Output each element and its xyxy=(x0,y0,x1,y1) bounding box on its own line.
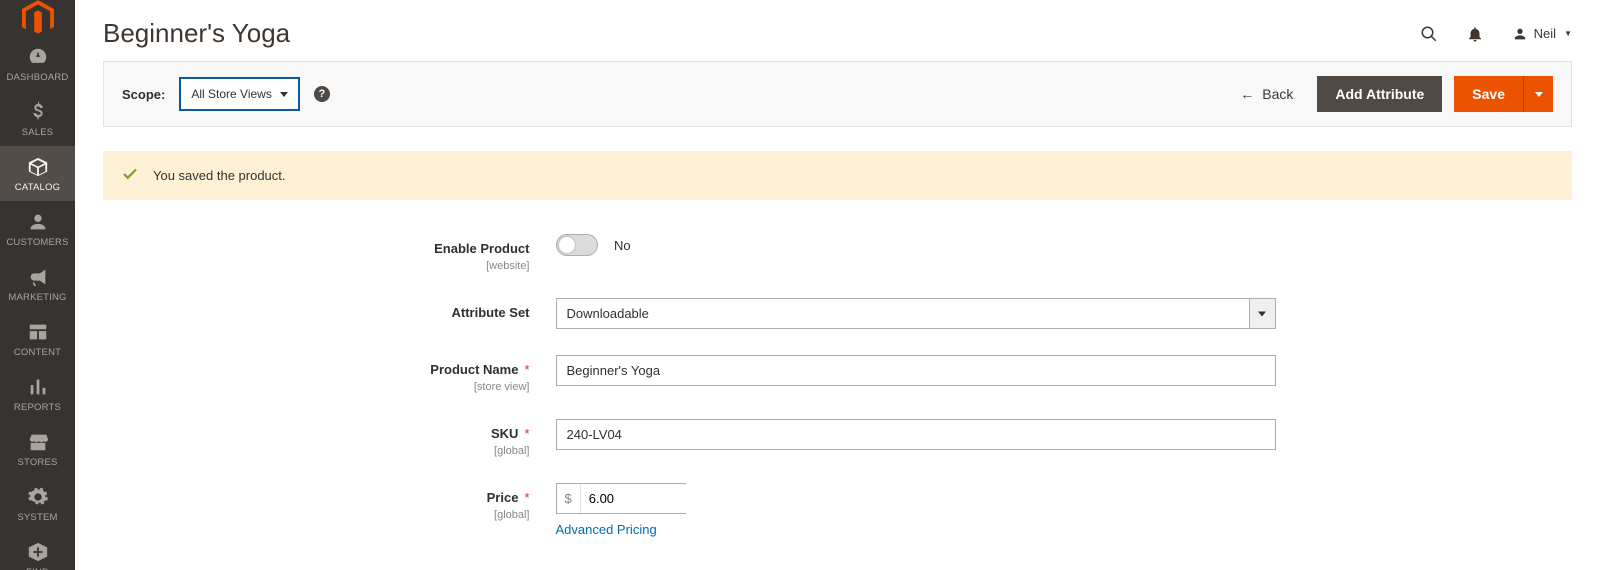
nav-content[interactable]: CONTENT xyxy=(0,311,75,366)
help-icon[interactable]: ? xyxy=(314,86,330,102)
arrow-left-icon: ← xyxy=(1240,86,1254,102)
save-button[interactable]: Save xyxy=(1454,76,1523,112)
row-attribute-set: Attribute Set Downloadable xyxy=(276,298,1400,329)
layout-icon xyxy=(27,321,49,343)
megaphone-icon xyxy=(27,266,49,288)
back-label: Back xyxy=(1262,86,1293,102)
scope-value: All Store Views xyxy=(191,87,271,101)
bars-icon xyxy=(27,376,49,398)
scope-select[interactable]: All Store Views xyxy=(179,77,299,111)
price-input[interactable] xyxy=(581,484,773,513)
product-form: Enable Product [website] No Attribute Se… xyxy=(248,234,1428,539)
save-dropdown-toggle[interactable] xyxy=(1523,76,1553,112)
required-mark: * xyxy=(524,362,529,377)
price-label: Price xyxy=(487,490,519,505)
toolbar-buttons: ← Back Add Attribute Save xyxy=(1240,76,1553,112)
nav-label: CONTENT xyxy=(14,347,61,358)
notifications-icon[interactable] xyxy=(1466,25,1484,43)
attribute-set-select[interactable]: Downloadable xyxy=(556,298,1276,329)
nav-customers[interactable]: CUSTOMERS xyxy=(0,201,75,256)
sku-sublabel: [global] xyxy=(276,445,530,457)
nav-catalog[interactable]: CATALOG xyxy=(0,146,75,201)
scope-label: Scope: xyxy=(122,87,165,102)
gear-icon xyxy=(27,486,49,508)
main-content: Beginner's Yoga Neil ▼ Scope: All Store … xyxy=(75,0,1600,539)
search-icon[interactable] xyxy=(1420,25,1438,43)
nav-sales[interactable]: SALES xyxy=(0,91,75,146)
nav-marketing[interactable]: MARKETING xyxy=(0,256,75,311)
attribute-set-dropdown-toggle[interactable] xyxy=(1250,298,1276,329)
nav-label: DASHBOARD xyxy=(7,72,69,83)
nav-label: SALES xyxy=(22,127,54,138)
nav-label: CUSTOMERS xyxy=(6,237,68,248)
enable-product-toggle[interactable] xyxy=(556,234,598,256)
row-price: Price * [global] $ Advanced Pricing xyxy=(276,483,1400,539)
price-field: $ xyxy=(556,483,686,514)
magento-logo[interactable] xyxy=(0,0,75,36)
scope-wrap: Scope: All Store Views ? xyxy=(122,77,330,111)
nav-reports[interactable]: REPORTS xyxy=(0,366,75,421)
nav-label: MARKETING xyxy=(8,292,66,303)
header-actions: Neil ▼ xyxy=(1420,25,1572,43)
back-button[interactable]: ← Back xyxy=(1240,86,1293,102)
box-icon xyxy=(27,156,49,178)
enable-product-value: No xyxy=(614,238,631,253)
nav-label: SYSTEM xyxy=(17,512,57,523)
check-icon xyxy=(121,165,139,186)
nav-label: CATALOG xyxy=(15,182,60,193)
user-menu[interactable]: Neil ▼ xyxy=(1512,26,1572,42)
nav-label: STORES xyxy=(17,457,57,468)
advanced-pricing-link[interactable]: Advanced Pricing xyxy=(556,522,657,537)
row-product-name: Product Name * [store view] xyxy=(276,355,1400,393)
page-header: Beginner's Yoga Neil ▼ xyxy=(75,0,1600,61)
message-text: You saved the product. xyxy=(153,168,286,183)
add-attribute-button[interactable]: Add Attribute xyxy=(1317,76,1442,112)
sidebar: DASHBOARD SALES CATALOG CUSTOMERS MARKET… xyxy=(0,0,75,570)
nav-system[interactable]: SYSTEM xyxy=(0,476,75,531)
user-name: Neil xyxy=(1534,26,1556,41)
save-button-group: Save xyxy=(1454,76,1553,112)
attribute-set-value: Downloadable xyxy=(556,298,1250,329)
chevron-down-icon: ▼ xyxy=(1564,29,1572,38)
page-title: Beginner's Yoga xyxy=(103,18,290,49)
required-mark: * xyxy=(524,490,529,505)
product-name-input[interactable] xyxy=(556,355,1276,386)
price-currency: $ xyxy=(557,484,581,513)
product-name-label: Product Name xyxy=(430,362,518,377)
nav-dashboard[interactable]: DASHBOARD xyxy=(0,36,75,91)
price-sublabel: [global] xyxy=(276,509,530,521)
sku-label: SKU xyxy=(491,426,518,441)
person-icon xyxy=(27,211,49,233)
enable-product-sublabel: [website] xyxy=(276,260,530,272)
partners-icon xyxy=(27,541,49,563)
toolbar: Scope: All Store Views ? ← Back Add Attr… xyxy=(103,61,1572,127)
storefront-icon xyxy=(27,431,49,453)
row-enable-product: Enable Product [website] No xyxy=(276,234,1400,272)
row-sku: SKU * [global] xyxy=(276,419,1400,457)
success-message: You saved the product. xyxy=(103,151,1572,200)
required-mark: * xyxy=(524,426,529,441)
nav-label: REPORTS xyxy=(14,402,61,413)
nav-find-partners[interactable]: FIND PARTNERS xyxy=(0,531,75,570)
gauge-icon xyxy=(27,46,49,68)
product-name-sublabel: [store view] xyxy=(276,381,530,393)
dollar-icon xyxy=(27,101,49,123)
sku-input[interactable] xyxy=(556,419,1276,450)
nav-stores[interactable]: STORES xyxy=(0,421,75,476)
attribute-set-label: Attribute Set xyxy=(452,305,530,320)
enable-product-label: Enable Product xyxy=(434,241,529,256)
